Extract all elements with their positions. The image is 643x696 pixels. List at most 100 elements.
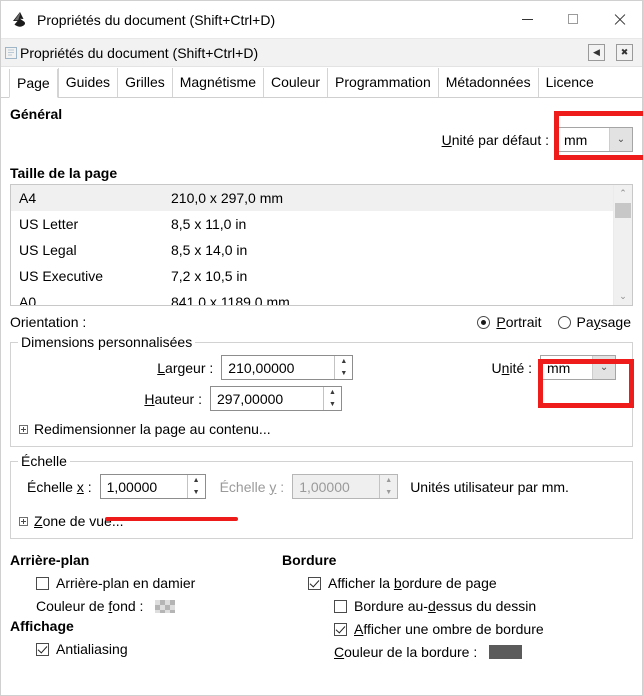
chevron-down-icon[interactable]: ⌄ [609, 128, 632, 151]
orientation-label: Orientation : [10, 314, 87, 330]
tab-label: Guides [65, 74, 111, 90]
checkerboard-checkbox[interactable]: Arrière-plan en damier [10, 575, 282, 591]
page-size-name: US Executive [19, 268, 104, 284]
dock-float-button[interactable]: ◀ [588, 44, 605, 61]
border-color-swatch[interactable] [489, 645, 523, 659]
scale-x-spinner[interactable]: 1,00000 ▲ ▼ [99, 474, 206, 499]
tab-grilles[interactable]: Grilles [117, 68, 172, 97]
list-item[interactable]: A0 841,0 x 1189,0 mm [11, 289, 613, 305]
dock-close-button[interactable]: ✖ [616, 44, 633, 61]
stepper-up-icon[interactable]: ▲ [335, 356, 352, 368]
height-stepper[interactable]: ▲ ▼ [323, 387, 341, 410]
stepper-down-icon[interactable]: ▼ [188, 487, 205, 499]
tab-label: Licence [545, 74, 594, 90]
background-color-label: Couleur de fond : [36, 598, 144, 614]
page-size-dims: 8,5 x 14,0 in [171, 242, 248, 258]
bottom-options: Arrière-plan Arrière-plan en damier Coul… [10, 552, 633, 660]
page-size-list[interactable]: A4 210,0 x 297,0 mm US Letter 8,5 x 11,0… [10, 184, 633, 306]
close-button[interactable] [596, 1, 642, 37]
scale-x-stepper[interactable]: ▲ ▼ [186, 475, 205, 499]
width-spinner[interactable]: 210,00000 ▲ ▼ [221, 355, 354, 380]
border-color-row[interactable]: Couleur de la bordure : [282, 644, 633, 660]
chevron-down-icon[interactable]: ⌄ [592, 356, 616, 379]
show-page-border-checkbox[interactable]: Afficher la bordure de page [282, 575, 633, 591]
page-size-dims: 8,5 x 11,0 in [171, 216, 247, 232]
default-unit-combo[interactable]: mm ⌄ [557, 127, 633, 152]
width-value[interactable]: 210,00000 [222, 356, 334, 379]
background-column: Arrière-plan Arrière-plan en damier Coul… [10, 552, 282, 660]
page-size-name: A4 [19, 190, 37, 206]
scale-y-spinner: 1,00000 ▲ ▼ [292, 474, 399, 499]
list-item[interactable]: US Legal 8,5 x 14,0 in [11, 237, 613, 263]
checkbox-icon [334, 623, 347, 636]
custom-unit-combo[interactable]: mm ⌄ [540, 355, 617, 380]
close-icon [613, 13, 626, 26]
stepper-down-icon[interactable]: ▼ [335, 368, 352, 380]
stepper-up-icon[interactable]: ▲ [188, 475, 205, 487]
checkbox-icon [36, 577, 49, 590]
tab-metadonnees[interactable]: Métadonnées [437, 68, 538, 97]
antialiasing-checkbox[interactable]: Antialiasing [10, 641, 282, 657]
minimize-button[interactable] [504, 1, 550, 37]
scrollbar-thumb[interactable] [615, 203, 631, 218]
scale-x-underline [105, 517, 238, 521]
scale-group: Échelle Échelle x : 1,00000 ▲ ▼ Échelle … [10, 453, 633, 539]
checkbox-icon [334, 600, 347, 613]
page-size-dims: 7,2 x 10,5 in [171, 268, 248, 284]
tab-label: Grilles [125, 74, 165, 90]
tab-label: Programmation [335, 74, 431, 90]
tab-couleur[interactable]: Couleur [263, 68, 328, 97]
expand-plus-icon [19, 516, 28, 526]
scroll-up-icon[interactable]: ⌃ [614, 185, 632, 202]
height-label: Hauteur : [144, 390, 202, 407]
scale-units-label: Unités utilisateur par mm. [410, 478, 569, 495]
custom-unit-value: mm [541, 356, 593, 379]
width-stepper[interactable]: ▲ ▼ [334, 356, 353, 380]
stepper-up-icon[interactable]: ▲ [324, 387, 341, 399]
scale-x-value[interactable]: 1,00000 [101, 475, 187, 498]
background-color-swatch[interactable] [155, 600, 176, 613]
border-shadow-checkbox[interactable]: Afficher une ombre de bordure [282, 621, 633, 637]
default-unit-value: mm [558, 128, 609, 151]
height-value[interactable]: 297,00000 [211, 387, 323, 410]
window-controls [504, 1, 642, 38]
tab-guides[interactable]: Guides [57, 68, 118, 97]
background-color-row[interactable]: Couleur de fond : [10, 598, 282, 614]
custom-unit-label: Unité : [491, 359, 533, 376]
width-label: Largeur : [157, 359, 214, 376]
list-item[interactable]: US Executive 7,2 x 10,5 in [11, 263, 613, 289]
scale-y-value: 1,00000 [293, 475, 380, 498]
dock-title: Propriétés du document (Shift+Ctrl+D) [20, 44, 259, 61]
border-column: Bordure Afficher la bordure de page Bord… [282, 552, 633, 660]
background-heading: Arrière-plan [10, 552, 90, 568]
tab-licence[interactable]: Licence [537, 68, 601, 97]
custom-dimensions-legend: Dimensions personnalisées [18, 334, 196, 350]
stepper-down-icon: ▼ [385, 488, 393, 496]
scale-row: Échelle x : 1,00000 ▲ ▼ Échelle y : 1,00… [19, 474, 624, 499]
height-spinner[interactable]: 297,00000 ▲ ▼ [210, 386, 342, 411]
custom-dimensions-group: Dimensions personnalisées Largeur : 210,… [10, 334, 633, 447]
display-heading: Affichage [10, 618, 74, 634]
tab-page[interactable]: Page [9, 69, 58, 98]
page-size-dims: 210,0 x 297,0 mm [171, 190, 284, 206]
radio-icon [557, 316, 571, 329]
page-size-scrollbar[interactable]: ⌃ ⌄ [613, 185, 632, 305]
border-above-drawing-checkbox[interactable]: Bordure au-dessus du dessin [282, 598, 633, 614]
stepper-down-icon[interactable]: ▼ [324, 399, 341, 411]
tab-programmation[interactable]: Programmation [327, 68, 438, 97]
tab-magnetisme[interactable]: Magnétisme [171, 68, 263, 97]
maximize-icon [568, 14, 578, 24]
orientation-portrait-radio[interactable]: Portrait [477, 314, 542, 330]
resize-to-content-label: Redimensionner la page au contenu... [34, 421, 271, 437]
border-above-drawing-label: Bordure au-dessus du dessin [354, 598, 537, 614]
page-size-rows: A4 210,0 x 297,0 mm US Letter 8,5 x 11,0… [11, 185, 613, 305]
viewbox-expander[interactable]: Zone de vue... [19, 513, 624, 529]
document-properties-window: Propriétés du document (Shift+Ctrl+D) Pr… [0, 0, 643, 696]
border-color-label: Couleur de la bordure : [334, 644, 478, 660]
list-item[interactable]: A4 210,0 x 297,0 mm [11, 185, 613, 211]
maximize-button[interactable] [550, 1, 596, 37]
list-item[interactable]: US Letter 8,5 x 11,0 in [11, 211, 613, 237]
scroll-down-icon[interactable]: ⌄ [614, 288, 632, 305]
orientation-landscape-radio[interactable]: Paysage [557, 314, 631, 330]
resize-to-content-expander[interactable]: Redimensionner la page au contenu... [19, 421, 624, 437]
